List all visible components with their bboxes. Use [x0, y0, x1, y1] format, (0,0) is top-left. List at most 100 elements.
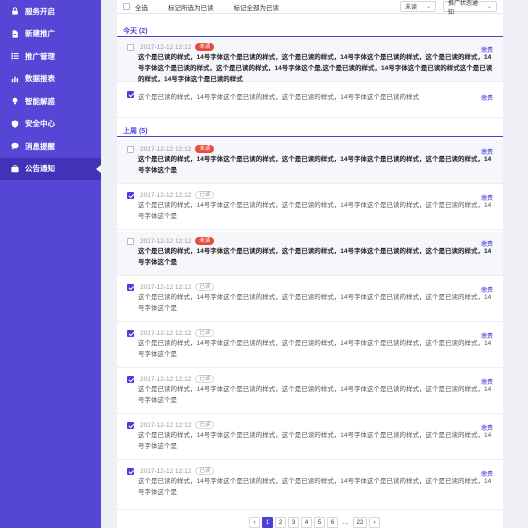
page-ellipsis: … — [342, 519, 349, 526]
notice-body: 这个是已读的样式，14号字体这个是已读的样式，这个是已读的样式，14号字体这个是… — [138, 94, 419, 101]
notice-meta: 2017-12-12 12:12 未读 — [127, 145, 215, 153]
notice-meta — [127, 91, 134, 98]
sidebar-item-service-open[interactable]: 服务开启 — [0, 0, 101, 23]
page-button[interactable]: 3 — [288, 517, 299, 528]
bulb-icon — [12, 98, 18, 105]
type-filter-value: 推广状态通知 — [448, 0, 479, 16]
chevron-down-icon: ⌄ — [425, 4, 431, 10]
notice-meta: 2017-12-12 12:12 已读 — [127, 191, 215, 199]
status-badge: 未读 — [195, 237, 215, 245]
notice-item[interactable]: 2017-12-12 12:12 已读 缴费 这个是已读的样式，14号字体这个是已读的… — [117, 324, 503, 368]
notice-item[interactable]: 2017-12-12 12:12 已读 缴费 这个是已读的样式，14号字体这个是已读的… — [117, 370, 503, 414]
notice-meta: 2017-12-12 12:12 已读 — [127, 421, 215, 429]
page-button[interactable]: 4 — [301, 517, 312, 528]
sidebar-item-label: 新建推广 — [25, 29, 55, 39]
briefcase-icon — [11, 165, 19, 172]
notice-item[interactable]: 2017-12-12 12:12 已读 缴费 这个是已读的样式，14号字体这个是已读的… — [117, 416, 503, 460]
notice-item[interactable]: 2017-12-12 12:12 已读 缴费 这个是已读的样式，14号字体这个是已读的… — [117, 462, 503, 510]
chevron-down-icon: ⌄ — [486, 4, 492, 10]
notice-checkbox[interactable] — [127, 421, 134, 429]
notice-time: 2017-12-12 12:12 — [140, 421, 192, 429]
notice-body: 这个是已读的样式，14号字体这个是已读的样式，这个是已读的样式，14号字体这个是… — [138, 294, 492, 312]
notice-item[interactable]: 2017-12-12 12:12 已读 缴费 这个是已读的样式，14号字体这个是已读的… — [117, 186, 503, 230]
notice-body: 这个是已读的样式，14号字体这个是已读的样式，这个是已读的样式，14号字体这个是… — [138, 478, 492, 496]
notice-checkbox[interactable] — [127, 145, 134, 153]
notice-meta: 2017-12-12 12:12 已读 — [127, 375, 215, 383]
notice-checkbox[interactable] — [127, 237, 134, 245]
section-title-today: 今天 (2) — [123, 28, 148, 35]
page-button[interactable]: 2 — [275, 517, 286, 528]
notice-body: 这个是已读的样式，14号字体这个是已读的样式，这个是已读的样式，14号字体这个是… — [138, 54, 493, 83]
notice-body: 这个是已读的样式，14号字体这个是已读的样式，这个是已读的样式，14号字体这个是… — [138, 386, 492, 404]
page-button[interactable]: 1 — [262, 517, 273, 528]
notice-meta: 2017-12-12 12:12 已读 — [127, 467, 215, 475]
notice-checkbox[interactable] — [127, 375, 134, 383]
sidebar-item-smart-help[interactable]: 智能解惑 — [0, 90, 101, 113]
notice-item[interactable]: 2017-12-12 12:12 未读 缴费 这个是已读的样式，14号字体这个是已读的… — [117, 38, 503, 83]
sidebar-item-label: 数据报表 — [25, 74, 55, 84]
next-page-button[interactable]: › — [369, 517, 380, 528]
notice-item[interactable]: 2017-12-12 12:12 已读 缴费 这个是已读的样式，14号字体这个是已读的… — [117, 278, 503, 322]
sidebar-item-security-center[interactable]: 安全中心 — [0, 113, 101, 136]
status-badge: 已读 — [195, 329, 215, 337]
status-filter-select[interactable]: 未读 ⌄ — [400, 1, 436, 12]
section-divider — [117, 136, 503, 137]
notice-item[interactable]: 缴费 这个是已读的样式，14号字体这个是已读的样式，这个是已读的样式，14号字体这… — [117, 86, 503, 118]
sidebar-item-data-report[interactable]: 数据报表 — [0, 68, 101, 91]
sidebar: 服务开启 新建推广 推广管理 数据报表 智能解惑 安全中心 消息提醒 公告通知 — [0, 0, 101, 528]
toolbar: 全选 标记所选为已读 标记全部为已读 未读 ⌄ 推广状态通知 ⌄ — [117, 0, 503, 16]
notice-body: 这个是已读的样式，14号字体这个是已读的样式，这个是已读的样式，14号字体这个是… — [138, 432, 492, 450]
sidebar-item-new-promotion[interactable]: 新建推广 — [0, 23, 101, 46]
pagination: ‹ 1 2 3 4 5 6 … 22 › — [249, 517, 382, 528]
notice-checkbox[interactable] — [127, 43, 134, 51]
sidebar-item-label: 公告通知 — [25, 164, 55, 174]
notice-checkbox[interactable] — [127, 191, 134, 199]
notice-body: 这个是已读的样式，14号字体这个是已读的样式，这个是已读的样式，14号字体这个是… — [138, 340, 492, 358]
select-all-checkbox[interactable] — [123, 3, 130, 10]
select-all-label[interactable]: 全选 — [135, 2, 148, 12]
prev-page-button[interactable]: ‹ — [249, 517, 260, 528]
notice-time: 2017-12-12 12:12 — [140, 375, 192, 383]
notice-meta: 2017-12-12 12:12 未读 — [127, 43, 215, 51]
notice-time: 2017-12-12 12:12 — [140, 467, 192, 475]
notice-time: 2017-12-12 12:12 — [140, 43, 192, 51]
status-badge: 已读 — [195, 467, 215, 475]
notice-checkbox[interactable] — [127, 283, 134, 291]
notice-checkbox[interactable] — [127, 467, 134, 475]
notice-time: 2017-12-12 12:12 — [140, 283, 192, 291]
message-icon — [11, 143, 19, 150]
notice-checkbox[interactable] — [127, 329, 134, 337]
page-button[interactable]: 5 — [314, 517, 325, 528]
sidebar-item-announcements[interactable]: 公告通知 — [0, 157, 101, 180]
sidebar-item-label: 消息提醒 — [25, 141, 55, 151]
list-icon — [11, 53, 19, 60]
notice-checkbox[interactable] — [127, 91, 134, 98]
page-button[interactable]: 6 — [327, 517, 338, 528]
section-divider — [117, 36, 503, 37]
mark-all-read-button[interactable]: 标记全部为已读 — [234, 2, 280, 12]
notice-item[interactable]: 2017-12-12 12:12 未读 缴费 这个是已读的样式，14号字体这个是已读的… — [117, 232, 503, 276]
status-badge: 未读 — [195, 43, 215, 51]
sidebar-item-promotion-manage[interactable]: 推广管理 — [0, 45, 101, 68]
notice-item[interactable]: 2017-12-12 12:12 未读 缴费 这个是已读的样式，14号字体这个是已读的… — [117, 140, 503, 184]
notice-time: 2017-12-12 12:12 — [140, 145, 192, 153]
section-title-last-week: 上周 (5) — [123, 128, 148, 135]
shield-icon — [11, 120, 19, 128]
document-icon — [12, 30, 18, 38]
type-filter-select[interactable]: 推广状态通知 ⌄ — [443, 1, 497, 16]
notice-body: 这个是已读的样式，14号字体这个是已读的样式，这个是已读的样式，14号字体这个是… — [138, 248, 492, 266]
sidebar-item-label: 服务开启 — [25, 6, 55, 16]
notice-body: 这个是已读的样式，14号字体这个是已读的样式，这个是已读的样式，14号字体这个是… — [138, 156, 492, 174]
announcement-panel: 全选 标记所选为已读 标记全部为已读 未读 ⌄ 推广状态通知 ⌄ 今天 (2) … — [117, 0, 503, 528]
mark-selected-read-button[interactable]: 标记所选为已读 — [168, 2, 214, 12]
sidebar-item-label: 安全中心 — [25, 119, 55, 129]
status-filter-value: 未读 — [405, 5, 418, 11]
notice-time: 2017-12-12 12:12 — [140, 237, 192, 245]
notice-meta: 2017-12-12 12:12 未读 — [127, 237, 215, 245]
status-badge: 已读 — [195, 191, 215, 199]
sidebar-item-label: 智能解惑 — [25, 96, 55, 106]
page-button[interactable]: 22 — [353, 517, 367, 528]
notice-meta: 2017-12-12 12:12 已读 — [127, 329, 215, 337]
sidebar-item-message-reminder[interactable]: 消息提醒 — [0, 135, 101, 158]
status-badge: 已读 — [195, 375, 215, 383]
